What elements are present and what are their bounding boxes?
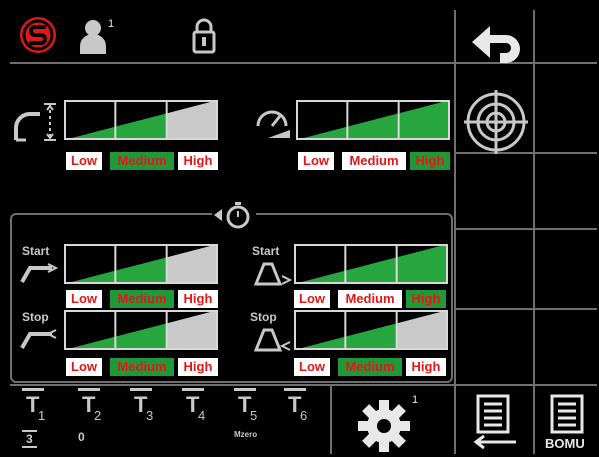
- stop-2-level-labels: Low Medium High: [292, 358, 450, 376]
- level-label-low[interactable]: Low: [294, 290, 330, 308]
- footer-divider-v1: [330, 386, 332, 454]
- right-grid-line-3: [456, 308, 597, 310]
- level-segment-medium: [115, 323, 167, 350]
- lock-icon[interactable]: [192, 18, 216, 54]
- level-segment-medium: [115, 257, 167, 284]
- tool-bar: [234, 388, 256, 391]
- tool-6[interactable]: T6: [284, 388, 314, 454]
- speed-level-bar[interactable]: [296, 100, 450, 140]
- tool-index: 4: [198, 408, 206, 423]
- start-label-1: Start: [22, 244, 50, 258]
- start-2-level-bar[interactable]: [294, 244, 448, 284]
- tool-sub-label: Mzero: [234, 430, 258, 439]
- settings-level: 1: [412, 394, 419, 406]
- level-label-high[interactable]: High: [406, 290, 446, 308]
- level-label-low[interactable]: Low: [66, 358, 102, 376]
- tool-sub-label: 0: [78, 430, 85, 444]
- welding-arm-icon: [20, 324, 60, 350]
- level-label-high[interactable]: High: [178, 152, 218, 170]
- level-label-high[interactable]: High: [406, 358, 446, 376]
- start-2-level-labels: Low Medium High: [292, 290, 450, 308]
- gun-bell-icon: [252, 324, 292, 352]
- right-panel-divider: [454, 10, 456, 454]
- tool-bar: [22, 388, 44, 391]
- tool-5[interactable]: T 5 Mzero: [234, 388, 264, 454]
- level-label-low[interactable]: Low: [66, 152, 102, 170]
- tool-index: 3: [146, 408, 154, 423]
- start-1-level-labels: Low Medium High: [64, 290, 222, 308]
- tool-bar: [182, 388, 204, 391]
- level-segment-high: [396, 310, 448, 350]
- timer-icon: [212, 200, 256, 230]
- stop-label-1: Stop: [22, 310, 49, 324]
- tool-index: 5: [250, 408, 258, 423]
- level-label-low[interactable]: Low: [66, 290, 102, 308]
- right-panel-divider-2: [533, 10, 535, 384]
- level-label-medium[interactable]: Medium: [110, 358, 174, 376]
- document-export-icon[interactable]: [468, 394, 524, 452]
- start-1-level-bar[interactable]: [64, 244, 218, 284]
- level-label-medium[interactable]: Medium: [342, 152, 406, 170]
- target-icon[interactable]: [464, 90, 528, 154]
- tool-bar: [130, 388, 152, 391]
- tool-sub-label: 3: [22, 430, 37, 448]
- level-label-medium[interactable]: Medium: [338, 358, 402, 376]
- level-segment-medium: [345, 323, 397, 350]
- tool-4[interactable]: T4: [182, 388, 212, 454]
- tool-bar: [78, 388, 100, 391]
- user-level: 1: [108, 18, 115, 30]
- tool-index: 6: [300, 408, 308, 423]
- footer-divider-v2: [533, 386, 535, 454]
- level-label-medium[interactable]: Medium: [110, 152, 174, 170]
- watermark: BOMU: [545, 436, 585, 451]
- level-segment-medium: [115, 113, 167, 140]
- welding-arm-icon: [20, 258, 60, 284]
- level-label-low[interactable]: Low: [294, 358, 330, 376]
- stop-label-2: Stop: [250, 310, 277, 324]
- tool-2[interactable]: T20: [78, 388, 108, 454]
- tool-index: 2: [94, 408, 102, 423]
- footer-divider: [10, 384, 597, 386]
- level-label-high[interactable]: High: [178, 290, 218, 308]
- level-label-medium[interactable]: Medium: [110, 290, 174, 308]
- speed-gauge-icon: [254, 104, 294, 140]
- document-icon[interactable]: [546, 394, 590, 436]
- level-segment-medium: [347, 113, 399, 140]
- tool-3[interactable]: T3: [130, 388, 160, 454]
- level-segment-medium: [345, 257, 397, 284]
- level-segment-high: [396, 244, 448, 284]
- level-segment-high: [166, 100, 218, 140]
- tool-1[interactable]: T13: [22, 388, 52, 454]
- start-label-2: Start: [252, 244, 280, 258]
- settings-gear-icon[interactable]: [356, 396, 416, 452]
- level-label-low[interactable]: Low: [298, 152, 334, 170]
- level-label-medium[interactable]: Medium: [338, 290, 402, 308]
- force-level-labels: Low Medium High: [64, 152, 222, 170]
- level-segment-high: [166, 310, 218, 350]
- back-arrow-icon[interactable]: [468, 22, 524, 68]
- level-segment-high: [398, 100, 450, 140]
- gun-bell-icon: [252, 258, 293, 286]
- speed-level-labels: Low Medium High: [296, 152, 454, 170]
- tool-bar: [284, 388, 306, 391]
- clamp-force-icon: [14, 100, 64, 144]
- level-label-high[interactable]: High: [178, 358, 218, 376]
- tool-index: 1: [38, 408, 46, 423]
- level-segment-high: [166, 244, 218, 284]
- stop-1-level-labels: Low Medium High: [64, 358, 222, 376]
- stop-2-level-bar[interactable]: [294, 310, 448, 350]
- force-level-bar[interactable]: [64, 100, 218, 140]
- user-icon[interactable]: [80, 18, 110, 56]
- stop-1-level-bar[interactable]: [64, 310, 218, 350]
- brand-logo-icon: [18, 15, 58, 55]
- right-grid-line-2: [456, 228, 597, 230]
- level-label-high[interactable]: High: [410, 152, 450, 170]
